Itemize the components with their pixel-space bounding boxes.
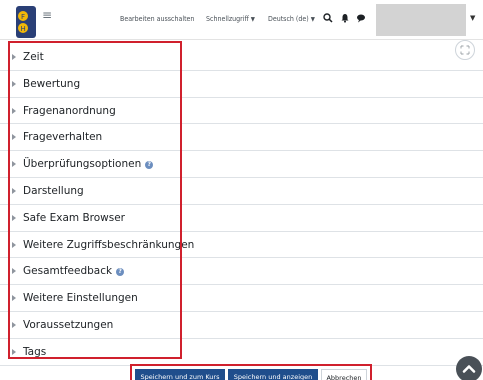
search-icon[interactable]: [323, 13, 333, 23]
bell-icon[interactable]: [340, 13, 350, 23]
chevron-down-icon: ▼: [250, 16, 255, 23]
logo-letter-f: F: [21, 13, 25, 21]
top-navbar: F H ≡ Bearbeiten ausschalten Schnellzugr…: [0, 0, 483, 40]
logo-letter-h: H: [21, 25, 26, 33]
chat-icon[interactable]: [356, 13, 366, 23]
save-and-return-button[interactable]: Speichern und zum Kurs: [135, 369, 225, 380]
language-menu[interactable]: Deutsch (de) ▼: [268, 15, 315, 23]
sections-highlight-box: [8, 41, 182, 359]
chevron-up-icon: [462, 365, 476, 373]
chevron-down-icon: ▼: [310, 16, 315, 23]
quick-access-menu[interactable]: Schnellzugriff ▼: [206, 15, 255, 23]
edit-mode-toggle[interactable]: Bearbeiten ausschalten: [120, 15, 194, 23]
logo-icon[interactable]: F H: [16, 6, 36, 38]
quick-access-label: Schnellzugriff: [206, 15, 249, 23]
user-avatar[interactable]: [376, 4, 466, 36]
chevron-down-icon[interactable]: ▼: [470, 14, 475, 22]
edit-mode-label: Bearbeiten ausschalten: [120, 15, 195, 23]
language-label: Deutsch (de): [268, 15, 309, 23]
cancel-button[interactable]: Abbrechen: [321, 369, 367, 380]
menu-icon[interactable]: ≡: [42, 9, 52, 21]
save-and-display-button[interactable]: Speichern und anzeigen: [228, 369, 318, 380]
scroll-to-top-button[interactable]: [456, 356, 482, 380]
